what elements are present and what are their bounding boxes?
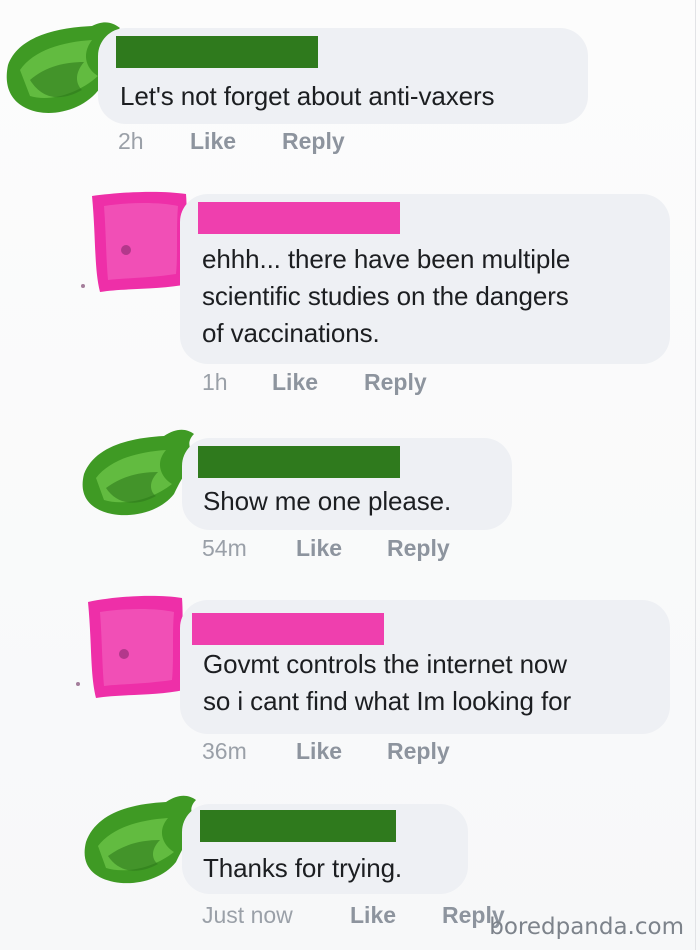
like-button[interactable]: Like: [350, 902, 396, 929]
comment-text-line: scientific studies on the dangers: [202, 281, 569, 311]
redacted-name[interactable]: [200, 810, 396, 842]
comment-text-line: Show me one please.: [203, 486, 452, 516]
avatar-redacted-pink[interactable]: [74, 592, 192, 704]
like-button[interactable]: Like: [272, 369, 318, 396]
timestamp: 1h: [202, 369, 228, 395]
comment-text-line: Let's not forget about anti-vaxers: [120, 81, 495, 111]
comment-actions: 1h Like Reply: [202, 369, 502, 399]
watermark: boredpanda.com: [489, 914, 684, 940]
redacted-name[interactable]: [116, 36, 318, 68]
timestamp: 2h: [118, 128, 144, 154]
reply-button[interactable]: Reply: [282, 128, 345, 155]
comment-text-line: Govmt controls the internet now: [203, 649, 567, 679]
like-button[interactable]: Like: [296, 535, 342, 562]
timestamp: 54m: [202, 535, 247, 561]
comment-text-line: ehhh... there have been multiple: [202, 244, 571, 274]
comment-actions: Just now Like Reply: [202, 902, 522, 932]
comment-actions: 2h Like Reply: [118, 128, 418, 158]
redacted-name[interactable]: [198, 446, 400, 478]
like-button[interactable]: Like: [190, 128, 236, 155]
comment-text: ehhh... there have been multiple scienti…: [202, 241, 570, 352]
comment-text-line: Thanks for trying.: [203, 853, 403, 883]
comment-text: Show me one please.: [203, 483, 451, 520]
comment-text: Govmt controls the internet now so i can…: [203, 646, 571, 720]
reply-button[interactable]: Reply: [364, 369, 427, 396]
comment-actions: 36m Like Reply: [202, 738, 502, 768]
comment-text-line: of vaccinations.: [202, 318, 380, 348]
comment-actions: 54m Like Reply: [202, 535, 502, 565]
comment-text: Thanks for trying.: [203, 850, 402, 887]
redacted-name[interactable]: [198, 202, 400, 234]
timestamp: Just now: [202, 902, 293, 928]
avatar-redacted-pink[interactable]: [80, 188, 192, 298]
comment-text: Let's not forget about anti-vaxers: [120, 78, 495, 115]
edge-divider: [695, 0, 696, 950]
timestamp: 36m: [202, 738, 247, 764]
comment-thread: Let's not forget about anti-vaxers 2h Li…: [0, 0, 700, 950]
reply-button[interactable]: Reply: [387, 738, 450, 765]
comment-text-line: so i cant find what Im looking for: [203, 686, 572, 716]
like-button[interactable]: Like: [296, 738, 342, 765]
redacted-name[interactable]: [192, 613, 384, 645]
reply-button[interactable]: Reply: [387, 535, 450, 562]
